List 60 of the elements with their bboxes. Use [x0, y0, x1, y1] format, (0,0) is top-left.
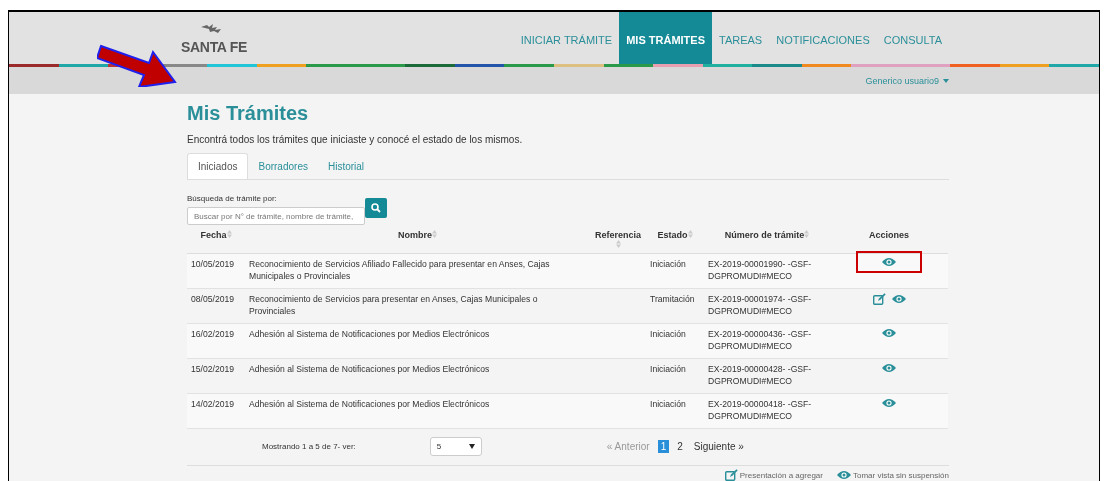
search-field[interactable]: Buscar por N° de trámite, nombre de trámite,: [187, 207, 365, 225]
eye-icon[interactable]: [882, 257, 896, 267]
table-cell: EX-2019-00000418- -GSF-DGPROMUDI#MECO: [704, 393, 830, 429]
table-cell: EX-2019-00000436- -GSF-DGPROMUDI#MECO: [704, 323, 830, 359]
next-link[interactable]: Siguiente »: [690, 439, 747, 453]
search-button[interactable]: [365, 198, 387, 218]
search-label: Búsqueda de trámite por:: [187, 194, 278, 203]
eye-icon[interactable]: [882, 363, 896, 373]
column-header[interactable]: Referencia: [595, 230, 641, 240]
table-cell: 15/02/2019: [187, 358, 245, 394]
caret-icon: [943, 78, 949, 83]
nav-link[interactable]: INICIAR TRÁMITE: [513, 12, 620, 67]
table-cell: EX-2019-00001974- -GSF-DGPROMUDI#MECO: [704, 288, 830, 324]
search-icon: [371, 203, 381, 213]
nav-link[interactable]: NOTIFICACIONES: [769, 12, 877, 67]
edit-icon[interactable]: [724, 469, 738, 481]
table-cell: Adhesión al Sistema de Notificaciones por Medios Electrónicos: [245, 393, 590, 429]
birds-icon: [201, 24, 223, 34]
nav-link[interactable]: MIS TRÁMITES: [619, 12, 712, 67]
nav-link[interactable]: CONSULTA: [876, 12, 949, 67]
tab[interactable]: Historial: [317, 153, 375, 179]
table-cell: Adhesión al Sistema de Notificaciones por Medios Electrónicos: [245, 358, 590, 394]
table-cell: 14/02/2019: [187, 393, 245, 429]
table-cell: Iniciación: [646, 253, 704, 289]
page-link[interactable]: 1: [657, 439, 670, 453]
logo: SANTA FE: [181, 12, 248, 67]
caret-icon: [468, 443, 475, 449]
eye-icon[interactable]: [836, 470, 851, 480]
table-cell: 10/05/2019: [187, 253, 245, 289]
column-header[interactable]: Nombre: [398, 230, 432, 240]
user-menu[interactable]: Generico usuario9: [865, 75, 949, 86]
table-cell: Adhesión al Sistema de Notificaciones por Medios Electrónicos: [245, 323, 590, 359]
page-subtitle: Encontrá todos los trámites que iniciaste y conocé el estado de los mismos.: [187, 134, 524, 145]
page-link[interactable]: 2: [674, 439, 686, 453]
page-title: Mis Trámites: [187, 102, 310, 125]
table-cell: Iniciación: [646, 393, 704, 429]
legend-text: Tomar vista sin suspensión: [852, 470, 949, 480]
table-cell: 16/02/2019: [187, 323, 245, 359]
table-cell: Iniciación: [646, 358, 704, 394]
tab[interactable]: Borradores: [248, 153, 318, 179]
eye-icon[interactable]: [882, 398, 896, 408]
table-cell: Reconocimiento de Servicios para presentar en Anses, Cajas Municipales o Provinciales: [245, 288, 590, 324]
column-header: Acciones: [869, 230, 909, 240]
nav-link[interactable]: TAREAS: [712, 12, 770, 67]
column-header[interactable]: Estado: [657, 230, 688, 240]
column-header[interactable]: Número de trámite: [724, 230, 805, 240]
column-header[interactable]: Fecha: [200, 230, 227, 240]
page-size-select[interactable]: 5: [429, 436, 482, 456]
edit-icon[interactable]: [872, 293, 886, 305]
eye-icon[interactable]: [882, 328, 896, 338]
eye-icon[interactable]: [891, 294, 906, 304]
tab[interactable]: Iniciados: [187, 153, 249, 179]
pagination-summary: Mostrando 1 a 5 de 7- ver:: [262, 441, 356, 451]
legend-text: Presentación a agregar: [739, 470, 823, 480]
table-cell: Reconocimiento de Servicios Afiliado Fallecido para presentar en Anses, Cajas Municipales o Provinciales: [245, 253, 590, 289]
table-cell: Tramitación: [646, 288, 704, 324]
table-cell: EX-2019-00001990- -GSF-DGPROMUDI#MECO: [704, 253, 830, 289]
table-cell: EX-2019-00000428- -GSF-DGPROMUDI#MECO: [704, 358, 830, 394]
table-cell: Iniciación: [646, 323, 704, 359]
table-cell: 08/05/2019: [187, 288, 245, 324]
